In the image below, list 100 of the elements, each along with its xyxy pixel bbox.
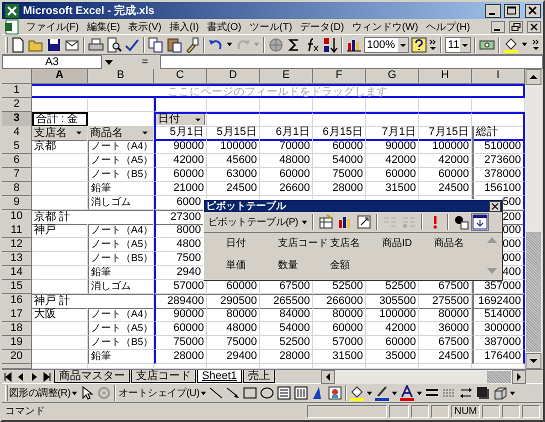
date-header: 6月15日 (313, 126, 366, 141)
row-header[interactable]: 13 (2, 252, 32, 266)
product-name: 消しゴム (88, 196, 154, 210)
row-header[interactable]: 2 (2, 98, 32, 112)
field-button[interactable]: 金額 (330, 258, 382, 272)
row-header[interactable]: 9 (2, 196, 32, 210)
product-name: ノート（B5） (88, 168, 154, 182)
date-header: 7月1日 (366, 126, 419, 141)
table-cell: 60000 (154, 168, 207, 182)
product-name: 鉛筆 (88, 350, 154, 364)
column-header[interactable]: D (207, 69, 260, 84)
field-button[interactable]: 商品ID (382, 236, 434, 250)
product-name: ノート（B5） (88, 336, 154, 350)
table-cell: 54000 (313, 154, 366, 168)
column-header[interactable]: I (472, 69, 525, 84)
table-cell: 42000 (419, 154, 472, 168)
row-header[interactable]: 3 (2, 112, 32, 127)
table-cell: 305500 (366, 294, 419, 309)
table-cell: 48000 (207, 322, 260, 336)
sheet-tab[interactable]: 商品マスター (54, 370, 130, 383)
table-cell: 31500 (313, 350, 366, 364)
table-cell: 60000 (154, 322, 207, 336)
pivot-menu-button[interactable]: ピボットテーブル(P) (208, 215, 298, 229)
table-cell: 48000 (260, 154, 313, 168)
status-text: コマンド (5, 405, 45, 418)
field-button[interactable]: 支店コード (278, 236, 330, 250)
menu-item[interactable]: ファイル(F) (24, 20, 81, 34)
table-cell: 90000 (154, 308, 207, 322)
table-cell: 45600 (207, 154, 260, 168)
field-button[interactable]: 数量 (278, 258, 330, 272)
sheet-tab[interactable]: 売上 (242, 370, 275, 383)
row-header[interactable]: 19 (2, 336, 32, 350)
row-header[interactable]: 12 (2, 238, 32, 252)
row-header[interactable]: 4 (2, 126, 32, 141)
subtotal-label: 京都 計 (32, 210, 154, 225)
column-header[interactable]: B (88, 69, 154, 84)
product-name: ノート（A5） (88, 154, 154, 168)
table-cell: 60000 (313, 322, 366, 336)
menu-item[interactable]: ヘルプ(H) (424, 20, 472, 34)
product-name: 鉛筆 (88, 266, 154, 280)
column-header[interactable]: H (419, 69, 472, 84)
table-cell: 24500 (419, 182, 472, 196)
row-header[interactable]: 7 (2, 168, 32, 182)
row-header[interactable]: 11 (2, 224, 32, 238)
field-button[interactable]: 支店名 (330, 236, 382, 250)
field-button[interactable]: 日付 (226, 236, 278, 250)
column-header[interactable]: G (366, 69, 419, 84)
row-header[interactable]: 8 (2, 182, 32, 196)
menu-item[interactable]: ウィンドウ(W) (350, 20, 420, 34)
row-field-button[interactable]: 支店名 (32, 126, 88, 141)
row-header[interactable]: 5 (2, 140, 32, 154)
zoom-dropdown[interactable]: 100% (364, 36, 409, 52)
table-cell: 60000 (366, 336, 419, 350)
row-header[interactable]: 6 (2, 154, 32, 168)
date-header: 5月1日 (154, 126, 207, 141)
table-cell: 80000 (313, 308, 366, 322)
menu-item[interactable]: ツール(T) (247, 20, 294, 34)
subtotal-label: 神戸 計 (32, 294, 154, 309)
row-header[interactable]: 17 (2, 308, 32, 322)
table-cell: 265500 (260, 294, 313, 309)
table-cell: 275500 (419, 294, 472, 309)
table-cell: 35000 (366, 350, 419, 364)
column-header[interactable]: F (313, 69, 366, 84)
table-cell: 75000 (207, 336, 260, 350)
menu-item[interactable]: 挿入(I) (167, 20, 201, 34)
sheet-tab[interactable]: Sheet1 (197, 370, 242, 383)
row-header[interactable]: 10 (2, 210, 32, 225)
row-header[interactable]: 18 (2, 322, 32, 336)
table-cell: 80000 (419, 308, 472, 322)
num-lock-indicator: NUM (451, 404, 480, 418)
field-button[interactable]: 単価 (226, 258, 278, 272)
menu-item[interactable]: 編集(E) (84, 20, 122, 34)
table-cell: 52500 (260, 336, 313, 350)
row-header[interactable]: 1 (2, 84, 32, 98)
menu-item[interactable]: 書式(O) (204, 20, 244, 34)
sheet-tab[interactable]: 支店コード (131, 370, 196, 383)
product-name: ノート（A4） (88, 308, 154, 322)
date-header: 6月1日 (260, 126, 313, 141)
row-field-button[interactable]: 商品名 (88, 126, 154, 141)
column-field-button[interactable]: 日付 (156, 114, 205, 125)
table-cell: 42000 (366, 322, 419, 336)
table-cell: 36000 (419, 322, 472, 336)
toolbar-title: ピボットテーブル (206, 200, 286, 213)
table-cell: 42000 (366, 154, 419, 168)
row-header[interactable]: 16 (2, 294, 32, 309)
column-header[interactable]: C (154, 69, 207, 84)
row-header[interactable]: 14 (2, 266, 32, 280)
font-size-dropdown[interactable]: 11 (444, 36, 471, 52)
menu-item[interactable]: データ(D) (298, 20, 346, 34)
table-cell: 80000 (207, 308, 260, 322)
column-header[interactable]: E (260, 69, 313, 84)
autoshapes-button[interactable]: オートシェイプ(U) (118, 386, 200, 400)
name-box[interactable]: A3 (2, 55, 102, 69)
row-header[interactable]: 20 (2, 350, 32, 364)
product-name: ノート（B5） (88, 252, 154, 266)
table-cell: 60000 (419, 168, 472, 182)
draw-menu-button[interactable]: 図形の調整(R) (9, 386, 70, 400)
column-header[interactable]: A (32, 69, 88, 84)
menu-item[interactable]: 表示(V) (126, 20, 164, 34)
row-header[interactable]: 15 (2, 280, 32, 294)
